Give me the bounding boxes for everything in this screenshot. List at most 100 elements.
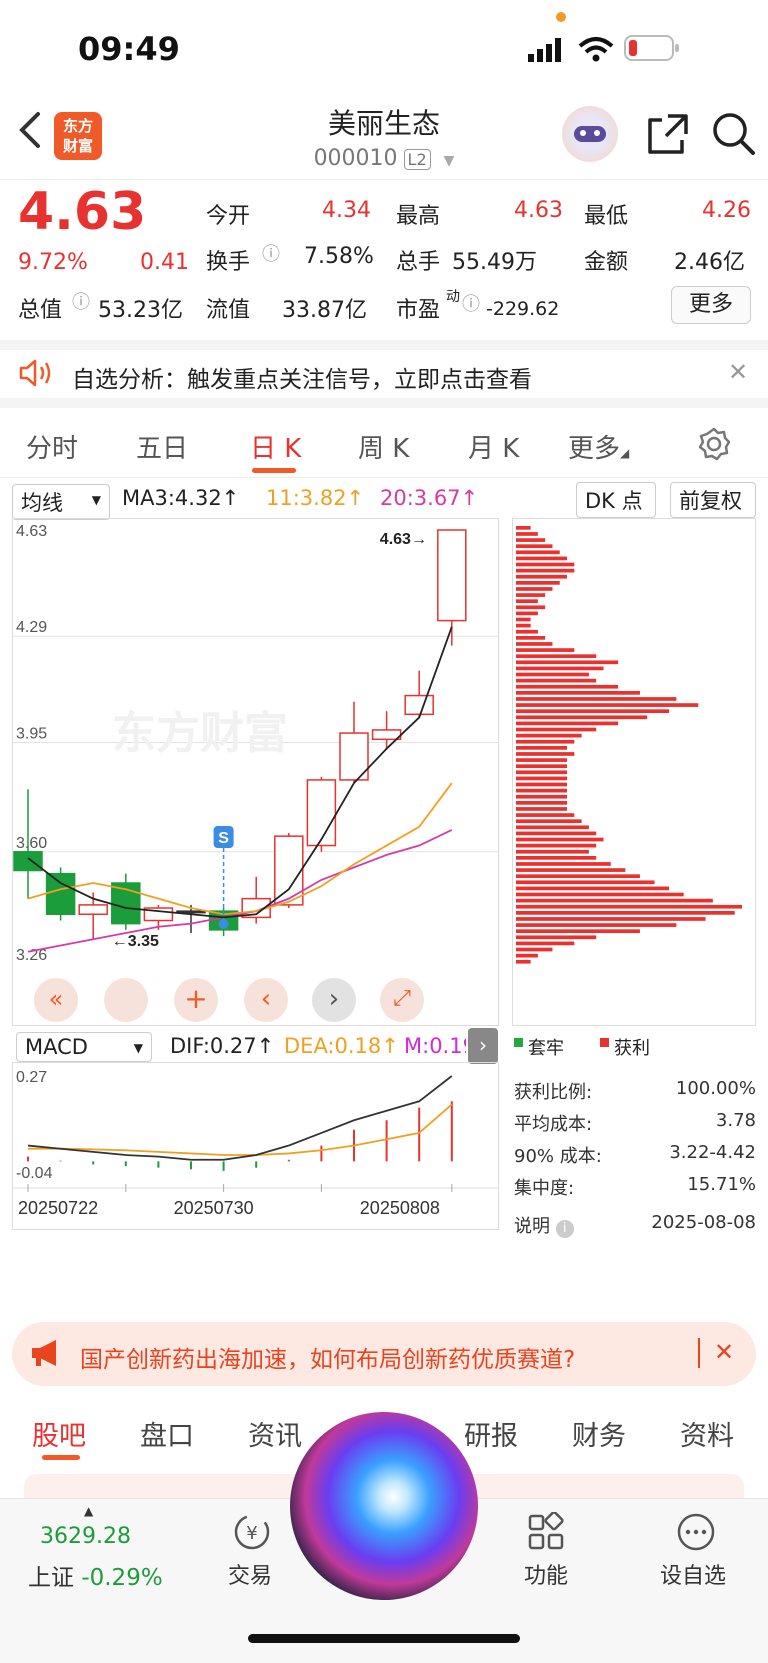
tab-daily-k[interactable]: 日 K	[250, 428, 301, 465]
next-button[interactable]: ›	[312, 978, 356, 1022]
ma-select[interactable]: 均线 ▼	[12, 484, 110, 520]
caret-up-icon: ▲	[84, 1504, 94, 1518]
close-icon[interactable]: ✕	[728, 358, 748, 386]
info-icon: i	[555, 1220, 574, 1238]
zoom-in-button[interactable]: +	[174, 978, 218, 1022]
adjust-button[interactable]: 前复权	[670, 482, 756, 518]
robot-assistant-icon[interactable]	[562, 106, 618, 162]
avg-cost-label: 平均成本:	[514, 1114, 593, 1135]
home-indicator[interactable]	[248, 1634, 520, 1643]
chip-bar	[516, 782, 568, 787]
chip-bar	[516, 849, 589, 854]
ma3-line	[27, 626, 453, 919]
index-value[interactable]: 3629.28	[40, 1524, 131, 1549]
tab-five-day[interactable]: 五日	[136, 428, 188, 465]
candle-body	[437, 529, 467, 622]
chip-bar	[516, 758, 568, 762]
volume-label: 总手	[396, 250, 441, 275]
kline-chart[interactable]: 4.634.293.953.603.26东方财富4.63→←3.35S	[12, 518, 499, 1026]
chip-bar	[516, 629, 538, 634]
dk-point-button[interactable]: DK 点	[576, 482, 656, 518]
function-grid-icon[interactable]	[526, 1512, 566, 1552]
chip-bar	[516, 538, 546, 542]
dropdown-icon: ▼	[443, 153, 455, 169]
tab-monthly-k[interactable]: 月 K	[468, 428, 519, 465]
chip-bar	[516, 581, 560, 585]
concentration-label: 集中度:	[514, 1178, 575, 1199]
dea-value: DEA:0.18↑	[284, 1034, 399, 1058]
ma3-value: MA3:4.32↑	[122, 486, 240, 510]
ma20-value: 20:3.67↑	[380, 486, 479, 510]
add-watchlist-label[interactable]: 设自选	[660, 1558, 726, 1590]
banner-text: 国产创新药出海加速，如何布局创新药优质赛道?	[80, 1347, 576, 1373]
tab-intraday[interactable]: 分时	[26, 428, 78, 465]
tab-research[interactable]: 研报	[464, 1414, 518, 1453]
profit-ratio-value: 100.00%	[675, 1078, 756, 1099]
info-dots-icon[interactable]: ⓘ	[72, 288, 90, 314]
add-watchlist-icon[interactable]	[674, 1510, 718, 1554]
share-icon[interactable]	[646, 112, 690, 156]
close-icon[interactable]: ✕	[714, 1338, 734, 1366]
chip-bar	[516, 941, 575, 946]
chip-bar	[516, 856, 597, 860]
search-icon[interactable]	[710, 110, 758, 158]
total-mv-label: 总值	[18, 298, 63, 323]
chip-bar	[516, 825, 589, 830]
signal-icon	[528, 38, 561, 62]
chip-bar	[516, 672, 589, 677]
gear-icon[interactable]	[696, 426, 732, 462]
fullscreen-button[interactable]: ⤢	[380, 978, 424, 1022]
chip-bar	[516, 794, 568, 799]
info-dots-icon[interactable]: ⓘ	[262, 240, 280, 266]
pe-superscript: 动	[446, 289, 460, 305]
tab-orderbook[interactable]: 盘口	[140, 1414, 194, 1453]
chip-bar	[516, 544, 553, 549]
pe-value: -229.62	[486, 298, 560, 320]
open-value: 4.34	[322, 198, 371, 223]
open-label: 今开	[206, 204, 251, 229]
status-bar: 09:49	[0, 0, 768, 100]
macd-select[interactable]: MACD ▼	[16, 1032, 152, 1062]
tab-more[interactable]: 更多◢	[568, 428, 629, 465]
ma11-value: 11:3.82↑	[266, 486, 365, 510]
expand-arrow-button[interactable]: ›	[468, 1028, 498, 1064]
tab-weekly-k[interactable]: 周 K	[358, 428, 409, 465]
note-link[interactable]: 说明 i	[514, 1212, 574, 1238]
function-label[interactable]: 功能	[524, 1558, 568, 1590]
candle-body	[176, 910, 206, 914]
total-mv-value: 53.23亿	[98, 298, 183, 323]
index-change: -0.29%	[81, 1565, 163, 1591]
chip-bar	[516, 776, 568, 781]
index-row[interactable]: 上证 -0.29%	[28, 1558, 163, 1592]
trade-label[interactable]: 交易	[228, 1558, 272, 1590]
speaker-icon	[19, 359, 51, 387]
chip-bar	[516, 611, 538, 616]
chip-bar	[516, 574, 568, 579]
wifi-icon	[578, 37, 614, 62]
chip-bar	[516, 813, 575, 817]
high-marker: 4.63→	[380, 531, 427, 548]
siri-orb[interactable]	[290, 1412, 478, 1600]
chip-bar	[516, 837, 604, 842]
zoom-out-button[interactable]	[104, 978, 148, 1022]
chip-bar	[516, 562, 575, 567]
prev-button[interactable]: ‹	[244, 978, 288, 1022]
tab-profile[interactable]: 资料	[680, 1414, 734, 1453]
tab-forum[interactable]: 股吧	[32, 1414, 86, 1453]
chip-bar	[516, 605, 546, 610]
pe-label: 市盈	[396, 298, 441, 323]
chip-bar	[516, 874, 640, 879]
float-mv-label: 流值	[206, 298, 251, 323]
rewind-button[interactable]: «	[34, 978, 78, 1022]
stock-code: 000010	[313, 146, 398, 171]
chip-bar	[516, 660, 619, 665]
macd-bottom-label: -0.04	[16, 1165, 53, 1182]
tab-finance[interactable]: 财务	[572, 1414, 626, 1453]
tab-news[interactable]: 资讯	[248, 1414, 302, 1453]
chip-bar	[516, 550, 560, 555]
trade-icon[interactable]: ¥	[230, 1512, 274, 1552]
content-tab-underline	[42, 1455, 80, 1460]
info-dots-icon[interactable]: ⓘ	[462, 290, 480, 316]
more-button[interactable]: 更多	[671, 286, 751, 324]
chip-bar	[516, 880, 655, 885]
